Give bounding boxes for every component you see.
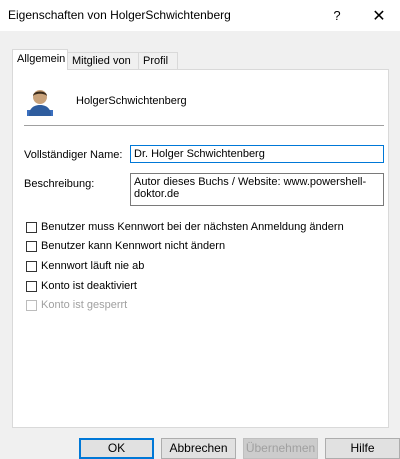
checkbox-label: Benutzer muss Kennwort bei der nächsten …: [41, 221, 344, 233]
fullname-field[interactable]: Dr. Holger Schwichtenberg: [130, 145, 384, 163]
tab-profil[interactable]: Profil: [138, 52, 178, 69]
checkbox-label: Kennwort läuft nie ab: [41, 260, 145, 272]
checkbox-account-disabled[interactable]: Konto ist deaktiviert: [26, 279, 137, 293]
window-title: Eigenschaften von HolgerSchwichtenberg: [8, 8, 231, 22]
title-bar[interactable]: Eigenschaften von HolgerSchwichtenberg ?…: [0, 0, 400, 31]
user-name: HolgerSchwichtenberg: [76, 95, 187, 107]
apply-button: Übernehmen: [243, 438, 318, 459]
checkbox-box[interactable]: [26, 221, 37, 233]
checkbox-must-change-password[interactable]: Benutzer muss Kennwort bei der nächsten …: [26, 220, 344, 234]
checkbox-box[interactable]: [26, 280, 37, 292]
fullname-label: Vollständiger Name:: [24, 149, 123, 161]
checkbox-box: [26, 299, 37, 311]
user-account-icon: [27, 90, 53, 116]
checkbox-box[interactable]: [26, 260, 37, 272]
checkbox-account-locked: Konto ist gesperrt: [26, 298, 127, 312]
help-button[interactable]: Hilfe: [325, 438, 400, 459]
cancel-button[interactable]: Abbrechen: [161, 438, 236, 459]
checkbox-cannot-change-password[interactable]: Benutzer kann Kennwort nicht ändern: [26, 239, 225, 253]
tab-allgemein[interactable]: Allgemein: [12, 49, 68, 70]
checkbox-password-never-expires[interactable]: Kennwort läuft nie ab: [26, 259, 144, 273]
checkbox-label: Konto ist gesperrt: [41, 299, 128, 311]
close-button[interactable]: ✕: [356, 0, 400, 31]
checkbox-box[interactable]: [26, 240, 37, 252]
tab-mitglied-von[interactable]: Mitglied von: [67, 52, 139, 69]
ok-button[interactable]: OK: [79, 438, 154, 459]
checkbox-label: Konto ist deaktiviert: [41, 280, 137, 292]
separator: [24, 125, 384, 126]
help-title-button[interactable]: ?: [314, 0, 360, 31]
checkbox-label: Benutzer kann Kennwort nicht ändern: [41, 240, 226, 252]
description-label: Beschreibung:: [24, 178, 95, 190]
description-field[interactable]: Autor dieses Buchs / Website: www.powers…: [130, 173, 384, 206]
